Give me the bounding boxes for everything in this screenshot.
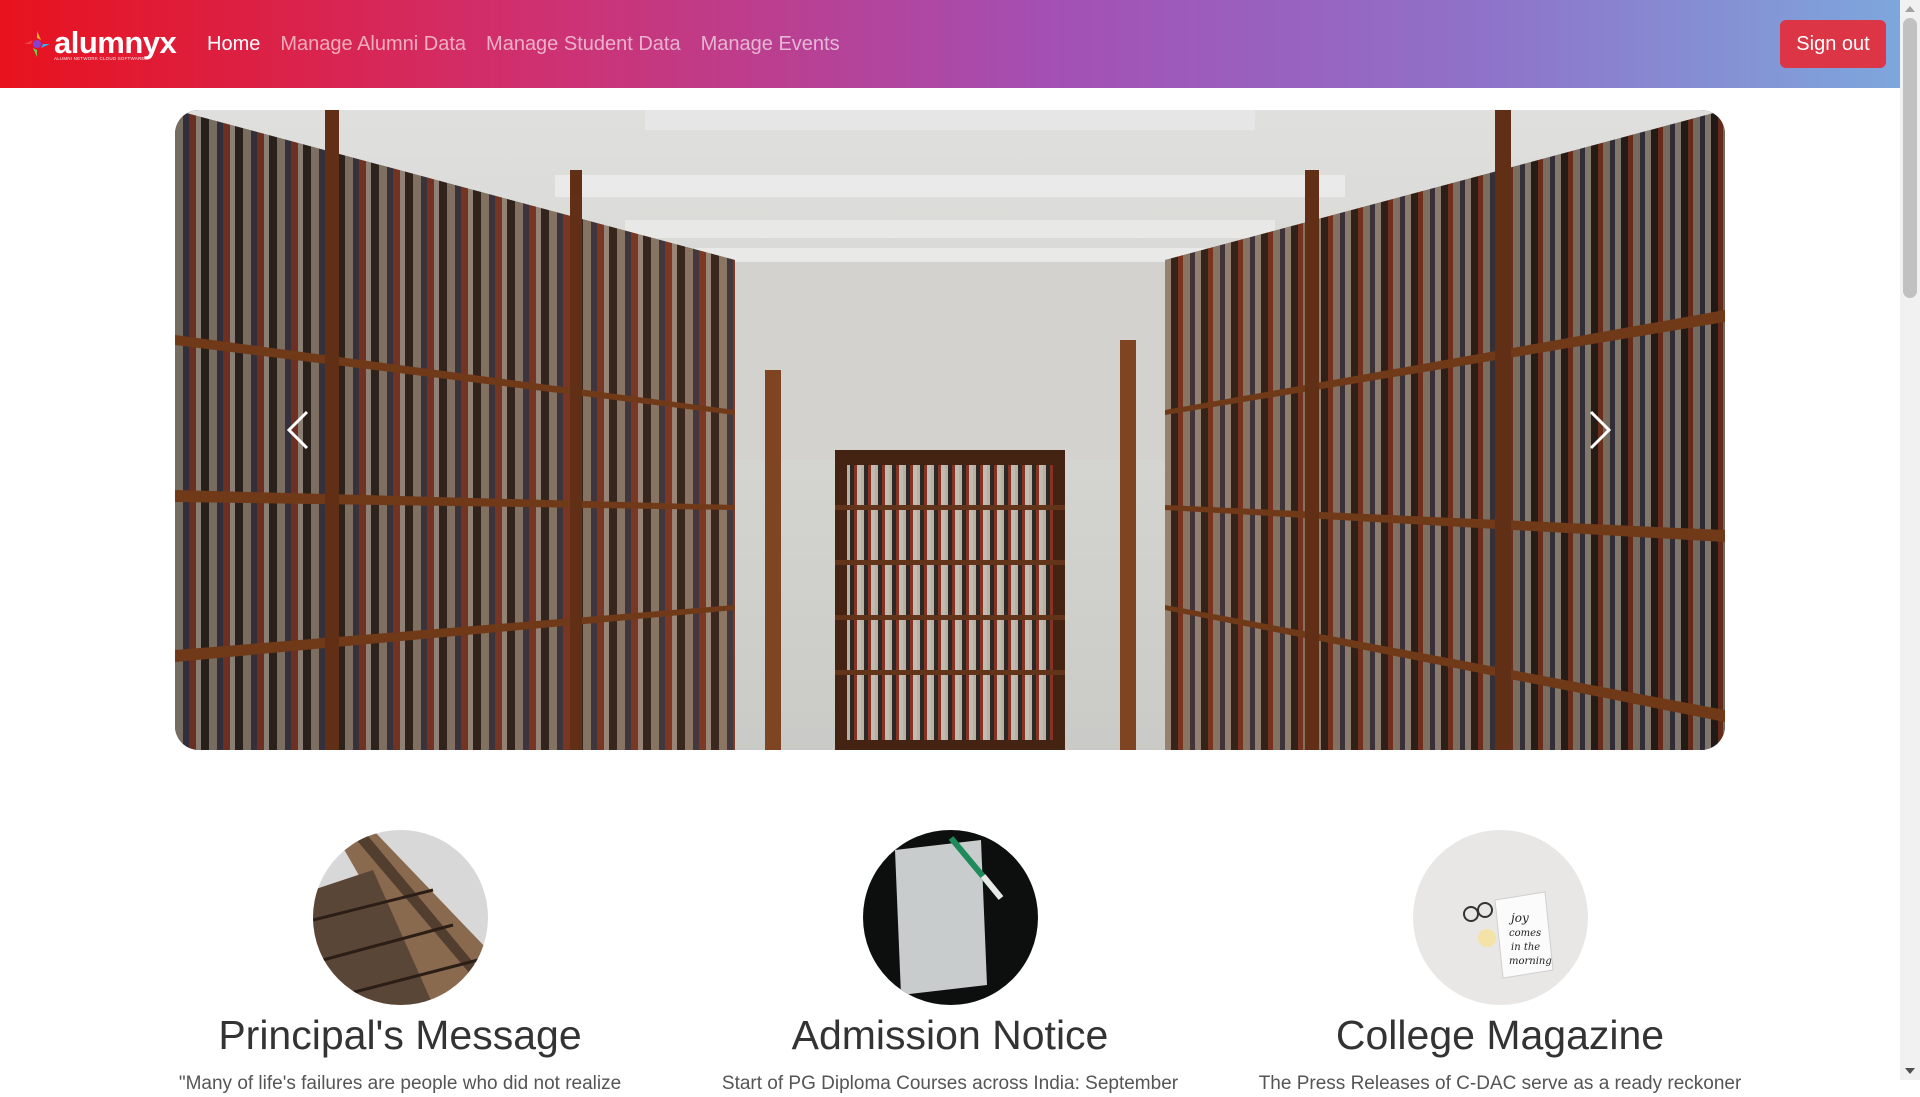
scrollbar-thumb[interactable] (1903, 18, 1917, 298)
top-navbar: alumnyx ALUMNI NETWORK CLOUD SOFTWARE Ho… (0, 0, 1900, 88)
feature-title: College Magazine (1335, 1012, 1665, 1058)
carousel-next-button[interactable] (1567, 400, 1627, 460)
carousel-prev-button[interactable] (271, 400, 331, 460)
svg-text:joy: joy (1508, 911, 1529, 925)
feature-text: Start of PG Diploma Courses across India… (721, 1073, 1179, 1094)
feature-title: Admission Notice (791, 1012, 1109, 1058)
scroll-up-arrow-icon[interactable] (1905, 6, 1915, 12)
svg-text:morning: morning (1509, 956, 1552, 967)
page-scrollbar[interactable] (1900, 0, 1920, 1080)
note-card-joy-image: joy comes in the morning (1412, 830, 1588, 1005)
nav-link-manage-events[interactable]: Manage Events (701, 33, 840, 56)
nav-link-manage-student-data[interactable]: Manage Student Data (486, 33, 681, 56)
brand-tagline: ALUMNI NETWORK CLOUD SOFTWARE (54, 55, 145, 61)
brand-logo[interactable]: alumnyx ALUMNI NETWORK CLOUD SOFTWARE (22, 24, 177, 64)
nav-links: Home Manage Alumni Data Manage Student D… (207, 0, 860, 88)
svg-text:comes: comes (1509, 928, 1541, 939)
library-bookshelves-image (175, 110, 1725, 750)
nav-link-manage-alumni-data[interactable]: Manage Alumni Data (280, 33, 466, 56)
feature-title: Principal's Message (218, 1012, 582, 1058)
hero-carousel (175, 110, 1725, 750)
paper-and-pen-image (862, 830, 1038, 1005)
scroll-down-arrow-icon[interactable] (1905, 1068, 1915, 1074)
eiffel-tower-image (312, 830, 488, 1005)
logo-icon (22, 29, 52, 59)
sign-out-button[interactable]: Sign out (1780, 20, 1886, 68)
brand-name: alumnyx (54, 24, 177, 60)
feature-admission-notice: Admission Notice Start of PG Diploma Cou… (675, 830, 1225, 1097)
chevron-right-icon (1589, 410, 1612, 450)
feature-college-magazine: joy comes in the morning College Magazin… (1225, 830, 1775, 1097)
nav-link-home[interactable]: Home (207, 33, 260, 56)
chevron-left-icon (286, 410, 309, 450)
feature-principals-message: Principal's Message "Many of life's fail… (125, 830, 675, 1097)
feature-text: "Many of life's failures are people who … (178, 1073, 622, 1094)
svg-text:in the: in the (1511, 942, 1540, 953)
feature-text: The Press Releases of C-DAC serve as a r… (1258, 1073, 1742, 1094)
